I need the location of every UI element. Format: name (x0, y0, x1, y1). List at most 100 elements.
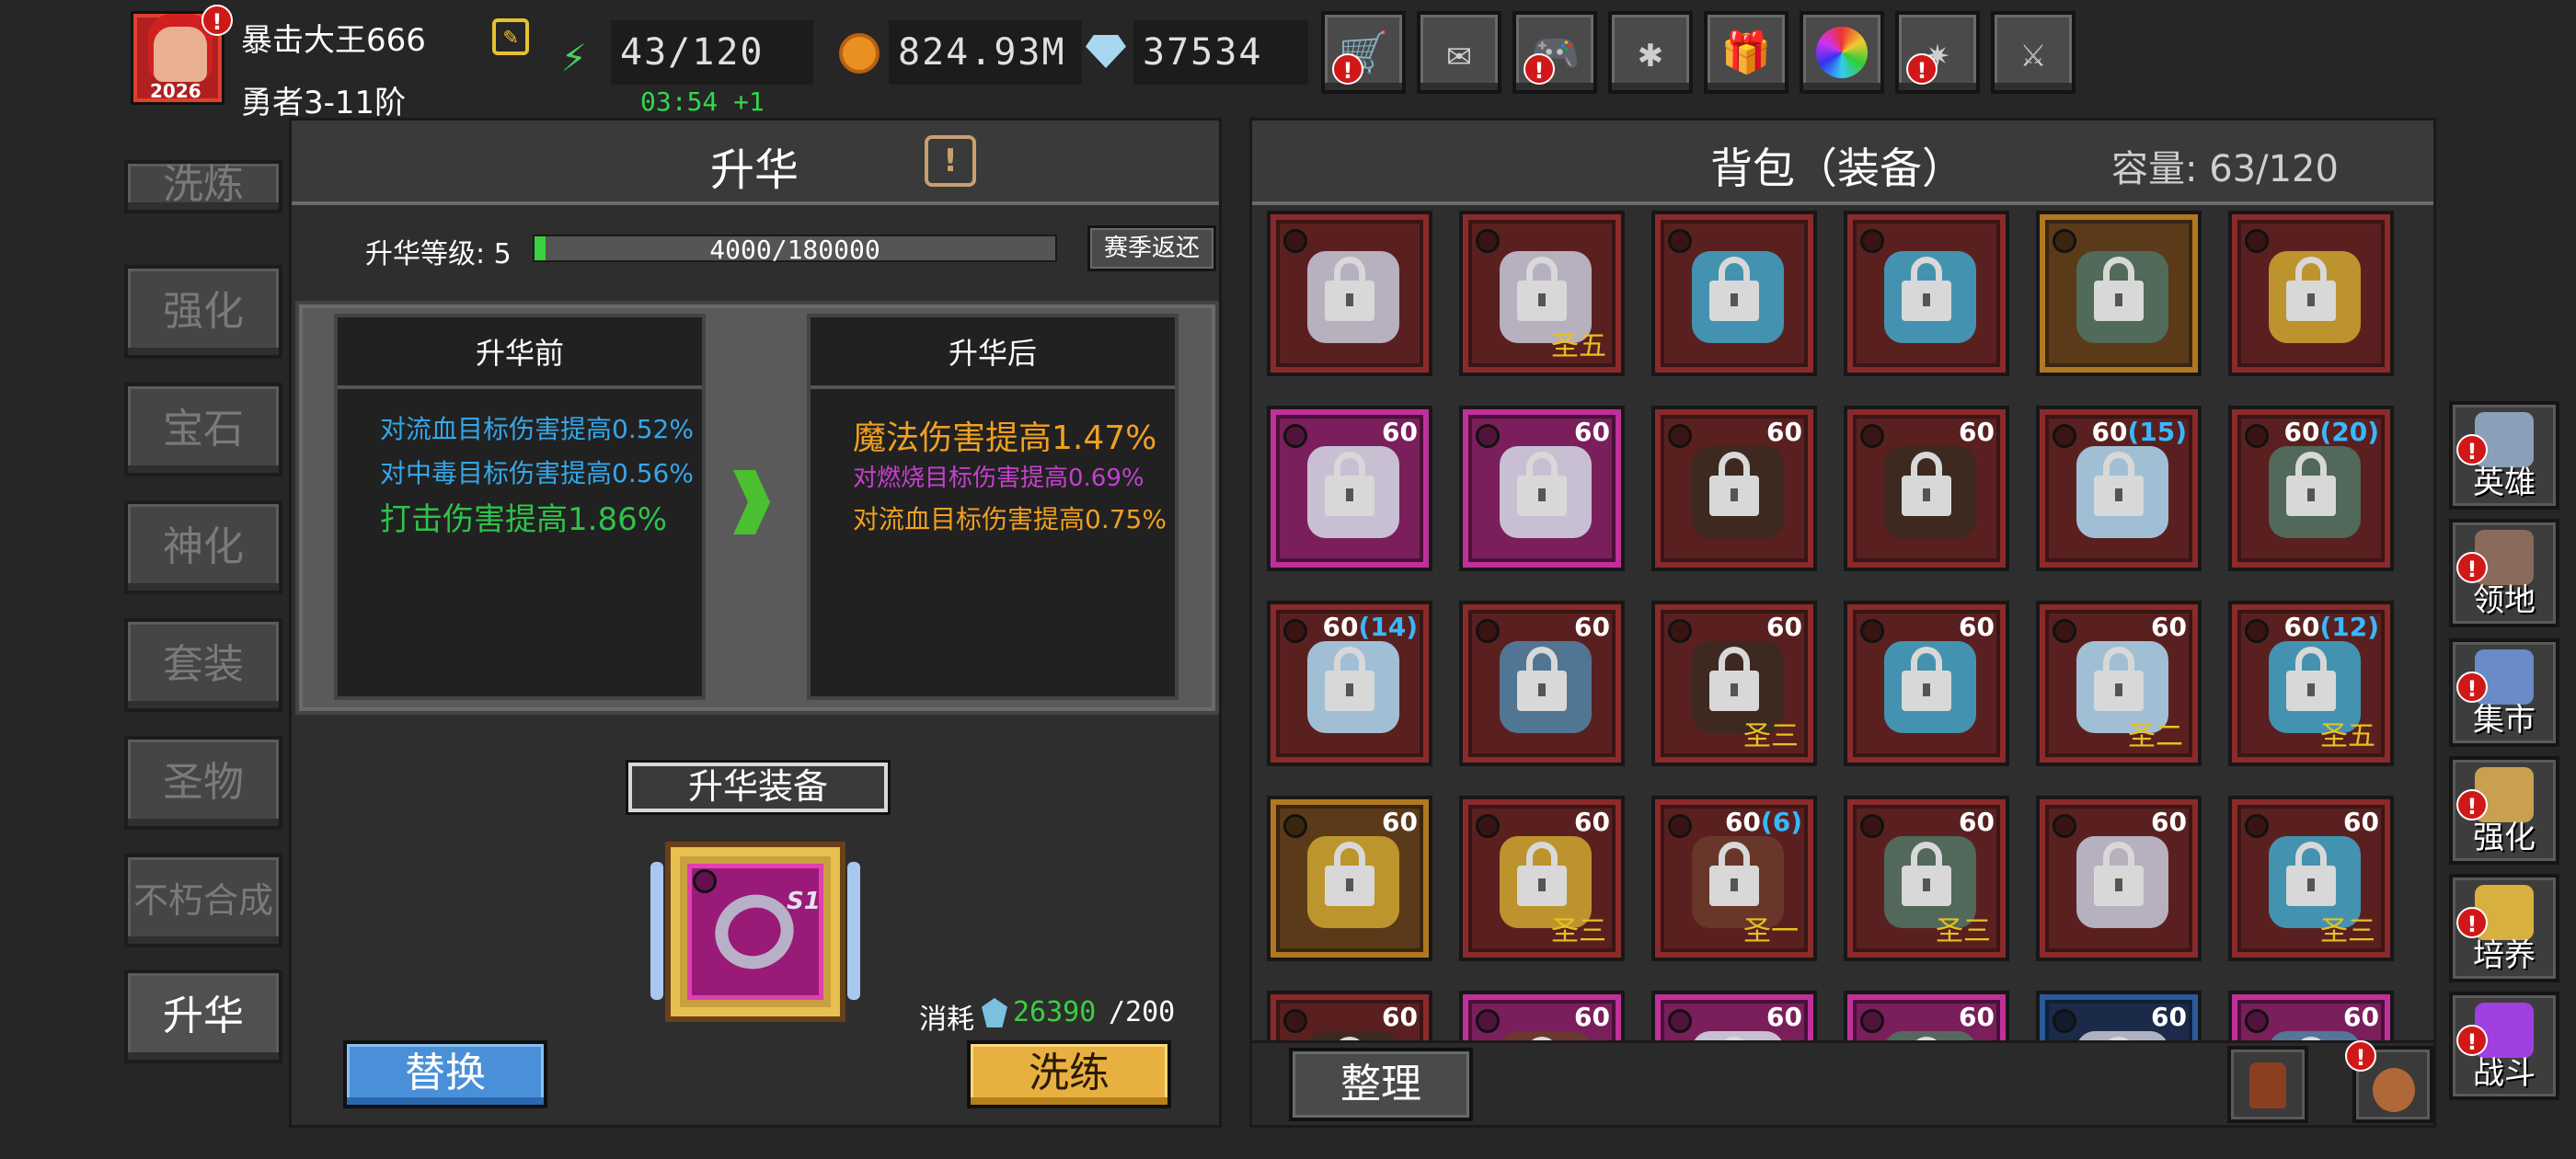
fireworks-button[interactable]: ✷! (1895, 11, 1980, 94)
bag-slot[interactable]: 60 (1459, 406, 1625, 571)
bag-item-button[interactable]: ! (2345, 1040, 2433, 1123)
bag-slot[interactable]: 60 (1267, 406, 1432, 571)
bag-slot[interactable]: 60 (2036, 991, 2202, 1040)
refine-button[interactable]: 洗练 (967, 1040, 1171, 1108)
bag-slot[interactable]: 60 (1267, 796, 1432, 961)
bag-slot[interactable] (2036, 211, 2202, 376)
equip-slot[interactable]: S1 (650, 825, 860, 1037)
item-set-tag: 圣二 (2128, 720, 2183, 752)
item-level: 60 (1382, 1002, 1418, 1032)
gift-button[interactable]: 🎁 (1704, 11, 1788, 94)
bag-slot[interactable]: 60 (2036, 796, 2202, 961)
bag-slot[interactable]: 60 圣三 (1651, 601, 1817, 766)
bag-slot[interactable]: 60 圣三 (1844, 796, 2009, 961)
equip-tag: S1 (787, 888, 821, 915)
bag-slot[interactable]: 60 (1459, 991, 1625, 1040)
activity-button[interactable]: 🎮! (1512, 11, 1597, 94)
socket-icon (1283, 1009, 1307, 1033)
item-level-value: 60 (1382, 1002, 1418, 1032)
item-level-value: 60 (2283, 417, 2320, 447)
bag-slot[interactable]: 60 圣二 (2036, 601, 2202, 766)
bag-slot[interactable] (1267, 211, 1432, 376)
lock-icon (2094, 647, 2144, 711)
side-tab-5[interactable]: 圣物 (124, 736, 282, 830)
mail-button[interactable]: ✉ (1417, 11, 1501, 94)
nav-0[interactable]: ! 英雄 (2449, 401, 2559, 510)
item-level-value: 60 (2151, 1002, 2187, 1032)
socket-icon (2053, 1009, 2076, 1033)
bag-slot[interactable]: 60 圣三 (1459, 796, 1625, 961)
side-tab-3[interactable]: 神化 (124, 500, 282, 594)
edit-name-icon[interactable]: ✎ (492, 18, 529, 55)
bag-slot[interactable]: 60 (1651, 406, 1817, 571)
socket-icon (1668, 229, 1692, 253)
socket-icon (2245, 424, 2269, 448)
side-tab-4[interactable]: 套装 (124, 618, 282, 712)
gem-icon (1086, 35, 1126, 68)
item-level: 60(12) (2283, 612, 2379, 642)
bag-slot[interactable]: 60 (1844, 406, 2009, 571)
side-tab-2[interactable]: 宝石 (124, 383, 282, 476)
sublimation-panel: 升华 ! 升华等级: 5 4000/180000 赛季返还 升华前 对流血目标伤… (289, 118, 1222, 1128)
bag-slot[interactable]: 60 (1459, 601, 1625, 766)
settings-button[interactable]: ✱ (1608, 11, 1693, 94)
side-tab-0[interactable]: 洗炼 (124, 160, 282, 213)
energy-icon: ⚡ (561, 31, 587, 81)
socket-icon (1860, 424, 1884, 448)
info-icon[interactable]: ! (925, 135, 976, 187)
battle-button[interactable]: ⚔ (1991, 11, 2076, 94)
lottery-button[interactable] (1800, 11, 1884, 94)
lock-icon (2286, 257, 2336, 321)
nav-label: 英雄 (2473, 465, 2536, 501)
item-level: 60 (1574, 417, 1610, 447)
bag-slot[interactable]: 60 (2228, 991, 2394, 1040)
nav-1[interactable]: ! 领地 (2449, 519, 2559, 627)
side-tab-1[interactable]: 强化 (124, 265, 282, 359)
item-level: 60 (2151, 807, 2187, 837)
item-set-tag: 圣三 (1743, 720, 1799, 752)
socket-icon (1283, 619, 1307, 643)
bag-slot[interactable]: 60(15) (2036, 406, 2202, 571)
bag-slot[interactable] (1651, 211, 1817, 376)
item-level: 60 (1574, 612, 1610, 642)
lock-icon (1517, 452, 1567, 516)
bag-slot[interactable]: 60(6) 圣一 (1651, 796, 1817, 961)
bag-slot[interactable] (2228, 211, 2394, 376)
sort-button[interactable]: 整理 (1289, 1048, 1473, 1121)
replace-button[interactable]: 替换 (343, 1040, 547, 1108)
item-bonus: (12) (2319, 612, 2379, 642)
slot-socket-icon (693, 869, 717, 893)
side-tab-7[interactable]: 升华 (124, 970, 282, 1063)
activity-alert-icon: ! (1524, 53, 1555, 85)
bag-slot[interactable]: 60 (1844, 601, 2009, 766)
bag-slot[interactable]: 60 (1267, 991, 1432, 1040)
nav-4[interactable]: ! 培养 (2449, 874, 2559, 982)
bag-slot[interactable]: 60(20) (2228, 406, 2394, 571)
pouch-icon (2373, 1068, 2415, 1112)
bag-slot[interactable]: 60(14) (1267, 601, 1432, 766)
armor-filter-button[interactable] (2227, 1046, 2308, 1123)
avatar[interactable]: 2026 ! (131, 5, 233, 105)
item-bonus: (6) (1760, 807, 1802, 837)
nav-3[interactable]: ! 强化 (2449, 756, 2559, 865)
bag-slot[interactable]: 60(12) 圣五 (2228, 601, 2394, 766)
season-return-button[interactable]: 赛季返还 (1087, 225, 1216, 271)
nav-2[interactable]: ! 集市 (2449, 638, 2559, 747)
nav-5[interactable]: ! 战斗 (2449, 992, 2559, 1100)
color-wheel-icon (1816, 27, 1868, 78)
item-level: 60(14) (1322, 612, 1418, 642)
bag-slot[interactable]: 圣五 (1459, 211, 1625, 376)
bag-slot[interactable]: 60 (1651, 991, 1817, 1040)
stat-line: 对燃烧目标伤害提高0.69% (853, 465, 1144, 492)
lock-icon (2094, 257, 2144, 321)
crystal-icon (982, 998, 1007, 1027)
item-level-value: 60 (2151, 807, 2187, 837)
bag-slot[interactable]: 60 圣三 (2228, 796, 2394, 961)
shop-button[interactable]: 🛒! (1321, 11, 1406, 94)
before-title: 升华前 (338, 317, 702, 389)
side-tab-6[interactable]: 不朽合成 (124, 854, 282, 947)
socket-icon (1476, 814, 1500, 838)
bag-slot[interactable]: 60 (1844, 991, 2009, 1040)
socket-icon (1668, 619, 1692, 643)
bag-slot[interactable] (1844, 211, 2009, 376)
